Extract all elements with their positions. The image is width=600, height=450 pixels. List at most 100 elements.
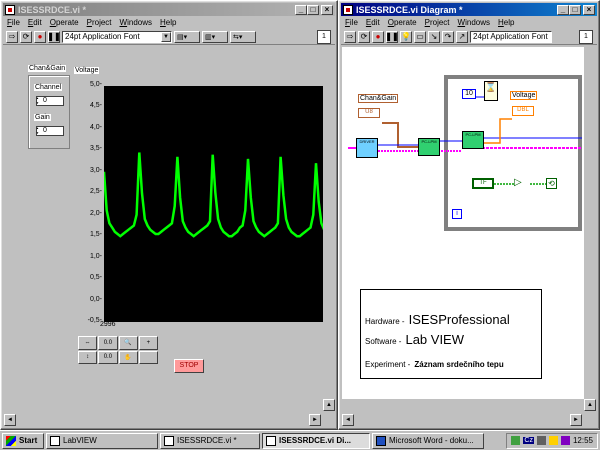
taskbar-item-diagram[interactable]: ISESSRDCE.vi Di... (262, 432, 370, 449)
diagram-scroll-up-arrow[interactable]: ▲ (584, 399, 596, 411)
retain-wire-values-button[interactable]: ▭ (414, 30, 426, 43)
pc-lpm-subvi-1[interactable]: PC-LPM (418, 138, 440, 156)
taskbar-item-word[interactable]: Microsoft Word - doku... (372, 432, 484, 449)
pc-lpm-subvi-2[interactable]: PC-LPM (462, 131, 484, 149)
palette-x-scale-button[interactable]: ⇔ (78, 336, 98, 350)
cursor-icon[interactable]: + (138, 336, 158, 350)
menu-help[interactable]: Help (160, 18, 176, 27)
menu-edit[interactable]: Edit (28, 18, 42, 27)
pause-button[interactable]: ❚❚ (385, 30, 399, 43)
font-selector[interactable]: 24pt Application Font (470, 30, 552, 43)
diagram-scroll-left-arrow[interactable]: ◄ (342, 414, 354, 426)
monitor-icon[interactable] (536, 436, 546, 445)
font-selector[interactable]: 24pt Application Font ▼ (62, 30, 172, 43)
minimize-button[interactable]: _ (557, 4, 569, 15)
run-button[interactable] (6, 30, 18, 43)
step-into-button[interactable]: ↘ (428, 30, 440, 43)
window-controls: _ □ × (295, 4, 333, 15)
zoom-icon[interactable]: 🔍 (118, 336, 138, 350)
taskbar-item-labview[interactable]: LabVIEW (46, 432, 158, 449)
menu-help[interactable]: Help (498, 18, 514, 27)
palette-y-scale-button[interactable]: ↕ (78, 350, 98, 364)
run-continuous-button[interactable]: ⟳ (20, 30, 32, 43)
y-tick-label: 3,5- (89, 145, 102, 153)
loop-condition-icon[interactable]: ⟲ (546, 178, 557, 189)
menu-file[interactable]: File (7, 18, 20, 27)
experiment-row: Experiment - Záznam srdečního tepu (365, 360, 504, 369)
experiment-value: Záznam srdečního tepu (414, 360, 504, 369)
highlight-execution-button[interactable]: 💡 (400, 30, 412, 43)
driver-subvi[interactable]: DRIVER (356, 138, 378, 158)
help-context-icon[interactable]: 1 (579, 30, 593, 44)
constant-10[interactable]: 10 (462, 89, 476, 99)
menu-operate[interactable]: Operate (50, 18, 79, 27)
diagram-vertical-scrollbar[interactable] (584, 47, 596, 399)
step-out-button[interactable]: ↗ (456, 30, 468, 43)
y-tick-label: 2,0- (89, 209, 102, 217)
menu-windows[interactable]: Windows (120, 18, 152, 27)
distribute-dropdown[interactable]: ▥▾ (202, 30, 228, 43)
pan-icon[interactable]: ✋ (118, 350, 138, 364)
pause-button[interactable]: ❚❚ (47, 30, 61, 43)
hardware-value: ISESProfessional (408, 312, 510, 327)
run-continuous-button[interactable]: ⟳ (358, 30, 370, 43)
gain-input[interactable]: 0 (36, 126, 64, 136)
language-indicator[interactable]: Cz (523, 437, 534, 444)
diagram-scroll-right-arrow[interactable]: ► (570, 414, 582, 426)
speaker-icon[interactable] (548, 436, 558, 445)
front-scroll-right-arrow[interactable]: ► (309, 414, 321, 426)
labview-icon (50, 435, 60, 446)
y-tick-label: 4,0- (89, 123, 102, 131)
app-tray-icon[interactable] (560, 436, 570, 445)
menu-file[interactable]: File (345, 18, 358, 27)
changain-terminal-label: Chan&Gain (358, 94, 399, 103)
channel-input[interactable]: 0 (36, 96, 64, 106)
font-selector-value: 24pt Application Font (65, 31, 140, 41)
voltage-terminal[interactable]: DBL (512, 106, 534, 116)
maximize-button[interactable]: □ (569, 4, 581, 15)
close-button[interactable]: × (583, 4, 595, 15)
palette-y-format-button[interactable]: 0.0 (98, 350, 118, 364)
run-button[interactable] (344, 30, 356, 43)
front-horizontal-scrollbar[interactable] (4, 413, 323, 427)
boolean-constant[interactable]: TF (472, 178, 494, 189)
changain-terminal[interactable]: U8 (358, 108, 380, 118)
menu-project[interactable]: Project (87, 18, 112, 27)
abort-button[interactable]: ● (34, 30, 46, 43)
start-label: Start (19, 436, 38, 445)
menu-project[interactable]: Project (425, 18, 450, 27)
word-icon (376, 435, 386, 446)
diagram-titlebar[interactable]: ISESSRDCE.vi Diagram * _ □ × (341, 3, 597, 16)
palette-x-format-button[interactable]: 0.0 (98, 336, 118, 350)
not-function-icon[interactable]: ▷ (514, 178, 528, 189)
abort-button[interactable]: ● (372, 30, 384, 43)
start-button[interactable]: Start (2, 432, 44, 449)
front-panel-window: ISESSRDCE.vi * _ □ × File Edit Operate P… (0, 0, 338, 430)
close-button[interactable]: × (321, 4, 333, 15)
diagram-toolbar: ⟳ ● ❚❚ 💡 ▭ ↘ ↷ ↗ 24pt Application Font 1 (341, 29, 597, 45)
block-diagram-canvas: Chan&Gain U8 DRIVER PC-LPM PC-LPM 10 ⌛ V… (342, 47, 584, 399)
taskbar-item-front-panel[interactable]: ISESSRDCE.vi * (160, 432, 260, 449)
help-context-icon[interactable]: 1 (317, 30, 331, 44)
reorder-dropdown[interactable]: ⇆▾ (230, 30, 256, 43)
experiment-info-box: Hardware - ISESProfessional Software - L… (360, 289, 542, 379)
step-over-button[interactable]: ↷ (442, 30, 454, 43)
menu-windows[interactable]: Windows (458, 18, 490, 27)
y-tick-label: 1,5- (89, 231, 102, 239)
wait-timer-icon[interactable]: ⌛ (484, 81, 498, 101)
align-dropdown[interactable]: ▤▾ (174, 30, 200, 43)
menu-operate[interactable]: Operate (388, 18, 417, 27)
front-scroll-up-arrow[interactable]: ▲ (323, 399, 335, 411)
taskbar-item-label: Microsoft Word - doku... (389, 436, 474, 445)
front-scroll-left-arrow[interactable]: ◄ (4, 414, 16, 426)
maximize-button[interactable]: □ (307, 4, 319, 15)
y-tick-label: 2,5- (89, 188, 102, 196)
diagram-horizontal-scrollbar[interactable] (342, 413, 584, 427)
front-vertical-scrollbar[interactable] (323, 47, 335, 399)
menu-edit[interactable]: Edit (366, 18, 380, 27)
stop-button[interactable]: STOP (174, 359, 204, 373)
y-tick-label: 0,0- (89, 295, 102, 303)
front-panel-titlebar[interactable]: ISESSRDCE.vi * _ □ × (3, 3, 335, 16)
network-icon[interactable] (511, 436, 521, 445)
minimize-button[interactable]: _ (295, 4, 307, 15)
